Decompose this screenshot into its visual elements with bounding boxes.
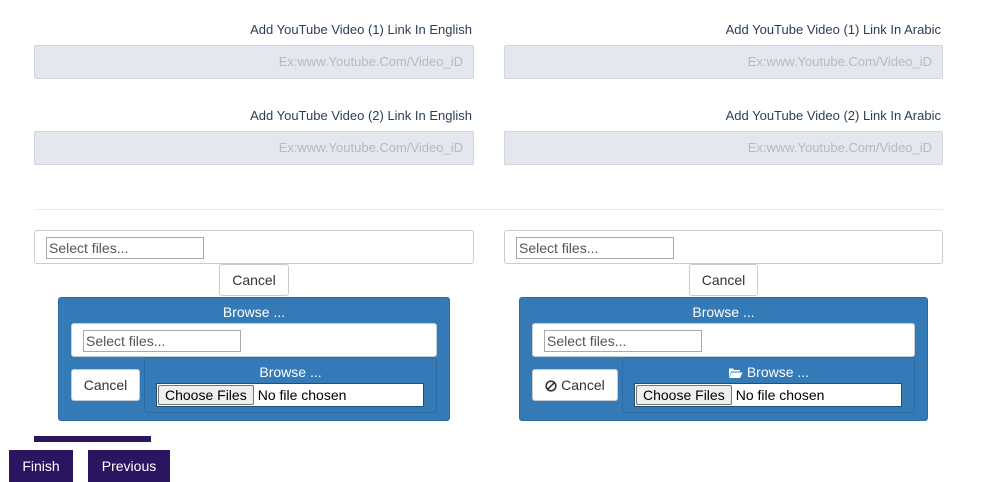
select-files-input[interactable]: Select files...: [46, 237, 204, 259]
progress-bar: [34, 436, 151, 442]
no-file-chosen-text: No file chosen: [257, 387, 347, 403]
cancel-button[interactable]: Cancel: [689, 264, 758, 296]
choose-files-button[interactable]: Choose Files: [158, 385, 254, 405]
inner-select-files-input[interactable]: Select files...: [544, 330, 702, 352]
finish-button[interactable]: Finish: [9, 450, 73, 482]
inner-browse-label[interactable]: Browse ...: [144, 364, 437, 380]
video1-en-label: Add YouTube Video (1) Link In English: [250, 22, 472, 37]
file-input[interactable]: Choose Files No file chosen: [634, 383, 902, 407]
inner-cancel-label: Cancel: [561, 377, 605, 393]
video2-en-input[interactable]: Ex:www.Youtube.Com/Video_iD: [34, 131, 474, 165]
inner-cancel-button[interactable]: Cancel: [532, 369, 618, 401]
video1-ar-label: Add YouTube Video (1) Link In Arabic: [725, 22, 941, 37]
video2-en-label: Add YouTube Video (2) Link In English: [250, 108, 472, 123]
video2-ar-label: Add YouTube Video (2) Link In Arabic: [725, 108, 941, 123]
select-files-input[interactable]: Select files...: [516, 237, 674, 259]
cancel-button[interactable]: Cancel: [219, 264, 289, 296]
folder-open-icon: [728, 365, 743, 381]
browse-title[interactable]: Browse ...: [519, 304, 928, 320]
no-file-chosen-text: No file chosen: [735, 387, 825, 403]
previous-button[interactable]: Previous: [88, 450, 170, 482]
video1-en-input[interactable]: Ex:www.Youtube.Com/Video_iD: [34, 45, 474, 79]
inner-cancel-button[interactable]: Cancel: [71, 369, 140, 401]
inner-browse-label-wrap[interactable]: Browse ...: [622, 364, 915, 381]
video2-ar-input[interactable]: Ex:www.Youtube.Com/Video_iD: [504, 131, 943, 165]
file-input[interactable]: Choose Files No file chosen: [156, 383, 424, 407]
choose-files-button[interactable]: Choose Files: [636, 385, 732, 405]
inner-browse-label: Browse ...: [746, 364, 810, 380]
video1-ar-input[interactable]: Ex:www.Youtube.Com/Video_iD: [504, 45, 943, 79]
browse-title[interactable]: Browse ...: [58, 304, 450, 320]
section-divider: [34, 209, 943, 210]
inner-select-files-input[interactable]: Select files...: [83, 330, 241, 352]
ban-icon: [545, 371, 557, 401]
